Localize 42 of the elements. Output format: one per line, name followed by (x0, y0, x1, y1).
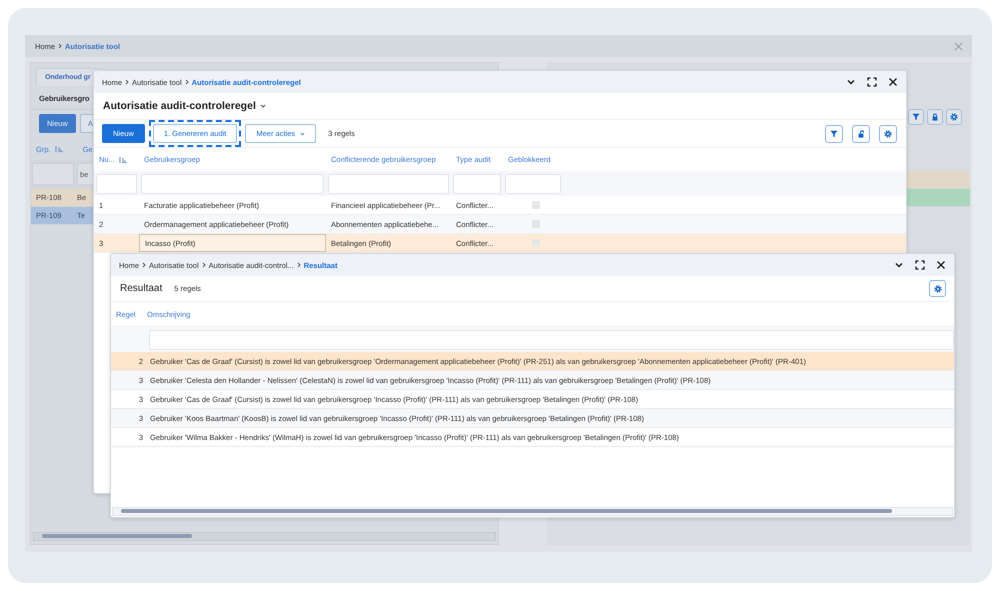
maximize-icon[interactable] (915, 260, 925, 270)
maximize-icon[interactable] (867, 77, 877, 87)
sort-icon[interactable] (118, 156, 127, 162)
breadcrumb-separator-icon (58, 43, 62, 49)
filter-icon (912, 113, 920, 121)
settings-button[interactable] (879, 124, 897, 142)
settings-button[interactable] (946, 109, 962, 125)
filter-field[interactable] (141, 174, 324, 194)
settings-icon (934, 284, 942, 292)
unlocked-padlock-icon (857, 130, 865, 138)
padlock-icon (931, 113, 939, 121)
close-icon[interactable] (936, 260, 946, 270)
checkbox[interactable] (532, 239, 540, 247)
filter-field[interactable] (149, 330, 954, 350)
breadcrumb-separator-icon (125, 79, 130, 85)
filter-button[interactable] (908, 109, 924, 125)
caret-icon (300, 132, 306, 136)
settings-button[interactable] (929, 280, 946, 297)
caret-icon[interactable] (260, 104, 266, 108)
breadcrumb-separator-icon (296, 262, 301, 268)
lock-button[interactable] (927, 109, 943, 125)
filter-button[interactable] (825, 124, 843, 142)
filter-field[interactable] (453, 174, 501, 194)
dialog-title: Autorisatie audit-controleregel (103, 100, 256, 112)
dialog-title: Resultaat (120, 283, 162, 294)
breadcrumb-separator-icon (142, 262, 146, 268)
sort-icon[interactable] (54, 146, 63, 152)
scrollbar[interactable] (112, 507, 953, 516)
breadcrumb-separator-icon (202, 262, 206, 268)
filter-field[interactable] (96, 174, 137, 194)
collapse-icon[interactable] (894, 260, 904, 270)
filter-field[interactable] (505, 174, 561, 194)
unlock-button[interactable] (852, 124, 870, 142)
close-icon[interactable] (888, 77, 898, 87)
filter-field[interactable] (328, 174, 449, 194)
settings-icon (884, 130, 892, 138)
breadcrumb-separator-icon (184, 79, 189, 85)
collapse-icon[interactable] (846, 77, 856, 87)
checkbox[interactable] (532, 201, 540, 209)
settings-icon (950, 113, 958, 121)
filter-icon (830, 130, 838, 138)
scrollbar[interactable] (33, 532, 496, 541)
